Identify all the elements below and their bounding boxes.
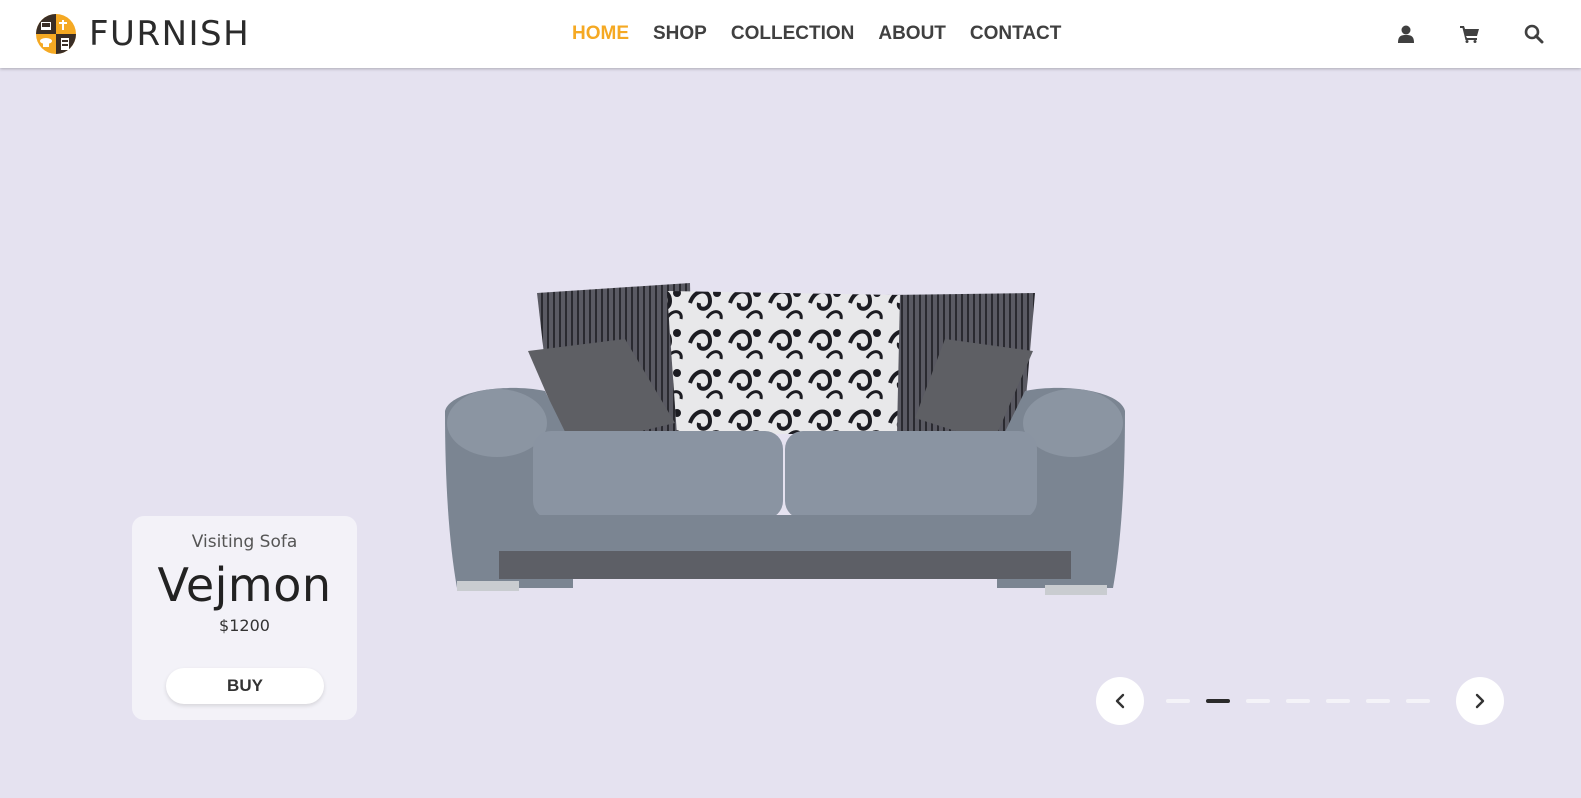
product-price: $1200 <box>219 616 270 635</box>
carousel-dot[interactable] <box>1166 699 1190 703</box>
cart-icon[interactable] <box>1459 23 1481 45</box>
buy-button[interactable]: BUY <box>166 668 324 704</box>
nav-item-shop[interactable]: SHOP <box>653 23 707 45</box>
chevron-right-icon <box>1475 693 1485 709</box>
nav-item-contact[interactable]: CONTACT <box>970 23 1061 45</box>
nav-item-home[interactable]: HOME <box>572 23 629 45</box>
nav-icons <box>1353 0 1545 68</box>
brand[interactable]: FURNISH <box>35 13 250 55</box>
carousel-indicators <box>1166 699 1446 703</box>
carousel-dot-active[interactable] <box>1206 699 1230 703</box>
chevron-left-icon <box>1115 693 1125 709</box>
nav-item-collection[interactable]: COLLECTION <box>731 23 855 45</box>
carousel-dot[interactable] <box>1326 699 1350 703</box>
nav-item-about[interactable]: ABOUT <box>878 23 946 45</box>
brand-name: FURNISH <box>89 14 251 54</box>
carousel-dot[interactable] <box>1246 699 1270 703</box>
user-icon[interactable] <box>1395 23 1417 45</box>
carousel-dot[interactable] <box>1366 699 1390 703</box>
carousel-prev-button[interactable] <box>1096 677 1144 725</box>
top-navbar: FURNISH HOME SHOP COLLECTION ABOUT CONTA… <box>0 0 1581 68</box>
carousel-dot[interactable] <box>1406 699 1430 703</box>
sofa-product-image <box>445 283 1125 595</box>
main-nav: HOME SHOP COLLECTION ABOUT CONTACT <box>560 0 1073 68</box>
furniture-logo-icon <box>36 14 76 54</box>
carousel-dot[interactable] <box>1286 699 1310 703</box>
product-category: Visiting Sofa <box>191 532 298 552</box>
product-name: Vejmon <box>157 558 332 612</box>
carousel-next-button[interactable] <box>1456 677 1504 725</box>
product-info-card: Visiting Sofa Vejmon $1200 BUY <box>132 516 357 720</box>
search-icon[interactable] <box>1523 23 1545 45</box>
